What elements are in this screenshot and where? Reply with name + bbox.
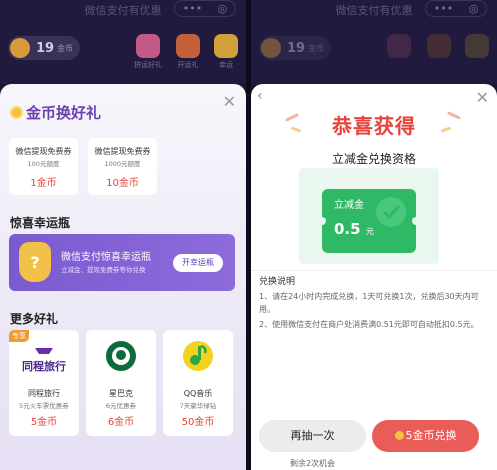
avatar: [10, 38, 30, 58]
coin-balance[interactable]: 19 金币: [8, 36, 80, 60]
exchange-cards: 微信提现免费券 100元额度 1金币 微信提现免费券 1000元额度 10金币: [9, 138, 157, 195]
exchange-card[interactable]: 微信提现免费券 1000元额度 10金币: [88, 138, 157, 195]
back-icon[interactable]: ‹: [257, 88, 263, 104]
close-icon[interactable]: ✕: [223, 92, 236, 111]
qq-music-logo-icon: [180, 340, 216, 372]
remaining-chances: 剩余2次机会: [289, 459, 336, 468]
top-icon-label: 开运礼: [177, 61, 199, 69]
gift-desc: 7天豪华绿钻: [179, 402, 217, 410]
gift-price: 5金币: [30, 417, 58, 428]
section-title-bottle: 惊喜幸运瓶: [10, 216, 71, 230]
prize-title: 立减金兑换资格: [331, 152, 416, 166]
more-icon[interactable]: •••: [183, 2, 202, 15]
exclusive-badge: 专享: [9, 330, 29, 342]
coupon-notch: [318, 217, 326, 225]
congrats-heading: 恭喜获得: [332, 114, 416, 138]
lucky-bottle-banner[interactable]: ? 微信支付惊喜幸运瓶 立减金、提现免费券等你兑换 开幸运瓶: [9, 234, 235, 291]
mini-program-capsule[interactable]: ••• ◎: [425, 0, 487, 17]
coin-count: 19: [287, 40, 306, 56]
lucky-icon[interactable]: [176, 34, 200, 58]
coupon-unit: 元: [365, 227, 374, 236]
top-bar: 微信支付有优惠 ••• ◎ 19 金币 拼运好礼 开运礼 幸运: [0, 0, 246, 84]
gift-desc: 5元火车票优惠券: [19, 402, 69, 410]
check-icon: [376, 197, 406, 227]
bottle-icon: ?: [19, 242, 51, 282]
close-target-icon[interactable]: ◎: [218, 2, 228, 15]
coin-icon: [10, 106, 23, 119]
card-name: 微信提现免费券: [15, 147, 72, 156]
gift-card[interactable]: 专享 同程旅行 同程旅行 5元火车票优惠券 5金币: [9, 330, 79, 436]
rule-text: 2、使用微信支付在商户处消费满0.51元即可自动抵扣0.5元。: [259, 320, 479, 329]
gift-card[interactable]: QQ音乐 7天豪华绿钻 50金币: [163, 330, 233, 436]
more-icon[interactable]: •••: [434, 2, 453, 15]
mini-program-capsule[interactable]: ••• ◎: [174, 0, 236, 17]
top-icon-label: 幸运: [219, 61, 233, 69]
card-name: 微信提现免费券: [94, 147, 151, 156]
close-icon[interactable]: ✕: [476, 88, 489, 107]
coin-unit: 金币: [308, 43, 325, 53]
card-desc: 1000元额度: [104, 160, 141, 168]
gift-list: 专享 同程旅行 同程旅行 5元火车票优惠券 5金币 星巴克 6元优惠券 6金币 …: [9, 330, 233, 436]
sheet-title-text: 金币换好礼: [26, 104, 102, 122]
tongcheng-logo-icon: 同程旅行: [15, 346, 73, 378]
top-bar: 微信支付有优惠 ••• ◎ 19 金币: [251, 0, 497, 84]
coupon-value: 0.5: [334, 220, 361, 238]
gift-card[interactable]: 星巴克 6元优惠券 6金币: [86, 330, 156, 436]
coin-icon: [394, 431, 404, 440]
close-target-icon[interactable]: ◎: [469, 2, 479, 15]
exchange-button[interactable]: 5金币兑换: [372, 420, 479, 452]
rules-heading: 兑换说明: [259, 277, 296, 287]
section-title-more: 更多好礼: [10, 312, 59, 326]
exchange-button-label: 5金币兑换: [405, 429, 457, 442]
coupon-label: 立减金: [334, 200, 364, 211]
draw-again-button[interactable]: 再抽一次: [259, 420, 366, 452]
fortune-icon: [465, 34, 489, 58]
gift-icon[interactable]: [136, 34, 160, 58]
gift-price: 6金币: [107, 417, 135, 428]
banner-title: 微信支付惊喜幸运瓶: [61, 252, 151, 263]
divider: [251, 270, 497, 271]
lucky-icon: [427, 34, 451, 58]
exchange-card[interactable]: 微信提现免费券 100元额度 1金币: [9, 138, 78, 195]
exchange-sheet: ✕ 金币换好礼 微信提现免费券 100元额度 1金币 微信提现免费券 1000元…: [0, 84, 246, 470]
card-desc: 100元额度: [27, 160, 60, 168]
coin-unit: 金币: [57, 43, 74, 53]
coupon-notch: [412, 217, 420, 225]
open-bottle-button[interactable]: 开幸运瓶: [173, 254, 223, 272]
result-sheet: ‹ ✕ 恭喜获得 立减金兑换资格 立减金 0.5 元 兑换说明 1、请在24小时…: [251, 84, 497, 470]
gift-desc: 6元优惠券: [105, 402, 137, 410]
top-icon-label: 拼运好礼: [134, 61, 162, 69]
gift-name: QQ音乐: [183, 389, 213, 398]
starbucks-logo-icon: [103, 340, 139, 372]
rule-text: 1、请在24小时内完成兑换，1天可兑换1次，兑换后30天内可用。: [259, 292, 479, 314]
coin-balance: 19 金币: [259, 36, 331, 60]
left-screen: 微信支付有优惠 ••• ◎ 19 金币 拼运好礼 开运礼 幸运 ✕ 金币换好礼 …: [0, 0, 246, 470]
gift-name: 星巴克: [109, 389, 133, 398]
fortune-icon[interactable]: [214, 34, 238, 58]
svg-text:同程旅行: 同程旅行: [22, 359, 66, 373]
coupon-card: 立减金 0.5 元: [318, 189, 420, 253]
avatar: [261, 38, 281, 58]
gift-name: 同程旅行: [28, 389, 60, 398]
right-screen: 微信支付有优惠 ••• ◎ 19 金币 ‹ ✕ 恭喜获得 立减金兑换资格 立减金: [251, 0, 497, 470]
card-price: 10金币: [106, 178, 139, 189]
banner-subtitle: 立减金、提现免费券等你兑换: [61, 266, 146, 274]
sheet-title: 金币换好礼: [10, 102, 101, 123]
coin-count: 19: [36, 40, 55, 56]
card-price: 1金币: [30, 178, 57, 189]
gift-price: 50金币: [181, 417, 215, 428]
gift-icon: [387, 34, 411, 58]
coupon-value-row: 0.5 元: [334, 220, 374, 238]
